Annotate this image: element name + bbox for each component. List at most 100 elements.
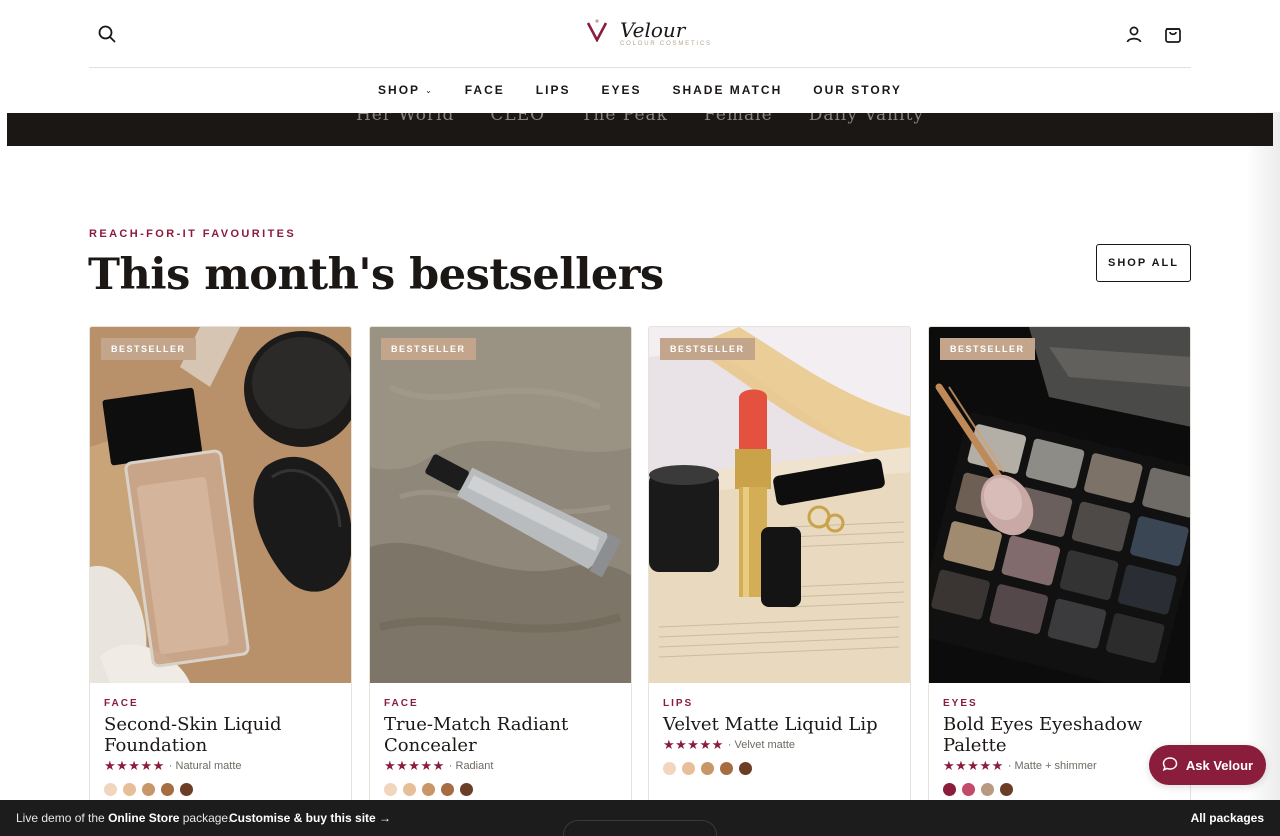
demo-notice: Live demo of the Online Store package.	[16, 811, 231, 825]
shade-swatch[interactable]	[962, 783, 975, 796]
all-packages-link[interactable]: All packages	[1191, 811, 1264, 825]
press-logo: Daily Vanity	[808, 113, 925, 125]
section-eyebrow: REACH-FOR-IT FAVOURITES	[89, 228, 297, 240]
shade-swatch[interactable]	[403, 783, 416, 796]
brand-logo[interactable]: Velour COLOUR COSMETICS	[586, 18, 712, 47]
product-info: LIPS Velvet Matte Liquid Lip ★★★★★ · Vel…	[649, 683, 910, 775]
product-category: EYES	[943, 698, 978, 709]
product-rating: ★★★★★ · Radiant	[384, 758, 619, 774]
product-image: BESTSELLER	[370, 327, 631, 683]
product-rating: ★★★★★ · Matte + shimmer	[943, 758, 1178, 774]
demo-suffix: package.	[179, 811, 232, 825]
shade-swatch[interactable]	[161, 783, 174, 796]
site-header: Velour COLOUR COSMETICS SHOP ⌄ FACE LIPS…	[0, 0, 1280, 112]
shade-swatch[interactable]	[123, 783, 136, 796]
nav-label: SHOP	[378, 83, 421, 97]
header-divider	[89, 67, 1191, 68]
shade-swatch[interactable]	[981, 783, 994, 796]
nav-face[interactable]: FACE	[465, 82, 505, 98]
star-rating-icon: ★★★★★	[384, 758, 445, 773]
shade-swatches	[384, 783, 619, 796]
product-category: FACE	[384, 698, 419, 709]
account-icon[interactable]	[1122, 22, 1146, 46]
product-category: LIPS	[663, 698, 694, 709]
product-image: BESTSELLER	[929, 327, 1190, 683]
bestseller-badge: BESTSELLER	[660, 338, 755, 360]
shade-swatch[interactable]	[663, 762, 676, 775]
product-rating: ★★★★★ · Velvet matte	[663, 737, 898, 753]
product-info: EYES Bold Eyes Eyeshadow Palette ★★★★★ ·…	[929, 683, 1190, 796]
ask-velour-button[interactable]: Ask Velour	[1149, 745, 1266, 785]
shade-swatches	[943, 783, 1178, 796]
product-card[interactable]: BESTSELLER FACE True-Match Radiant Conce…	[369, 326, 632, 806]
brand-name: Velour	[620, 17, 686, 42]
shade-swatches	[663, 762, 898, 775]
nav-lips[interactable]: LIPS	[536, 82, 571, 98]
press-logo: Female	[704, 113, 773, 125]
main-nav: SHOP ⌄ FACE LIPS EYES SHADE MATCH OUR ST…	[0, 82, 1280, 98]
product-info: FACE True-Match Radiant Concealer ★★★★★ …	[370, 683, 631, 796]
product-card[interactable]: BESTSELLER EYES Bold Eyes Eyeshadow Pale…	[928, 326, 1191, 806]
logo-mark-icon	[586, 18, 608, 47]
nav-label: FACE	[464, 83, 505, 97]
product-info: FACE Second-Skin Liquid Foundation ★★★★★…	[90, 683, 351, 796]
nav-label: SHADE MATCH	[672, 83, 783, 97]
shade-swatch[interactable]	[943, 783, 956, 796]
press-logos-bar: Her World CLEO The Peak Female Daily Van…	[7, 113, 1273, 146]
demo-package: Online Store	[108, 811, 180, 825]
demo-prefix: Live demo of the	[16, 811, 109, 825]
shade-swatch[interactable]	[441, 783, 454, 796]
shop-all-button[interactable]: SHOP ALL	[1096, 244, 1191, 282]
ask-label: Ask Velour	[1185, 757, 1254, 773]
nav-shade-match[interactable]: SHADE MATCH	[672, 82, 782, 98]
nav-label: OUR STORY	[813, 83, 902, 97]
product-name[interactable]: Velvet Matte Liquid Lip	[663, 714, 898, 735]
search-icon[interactable]	[95, 22, 119, 46]
star-rating-icon: ★★★★★	[663, 737, 724, 752]
shade-swatch[interactable]	[1000, 783, 1013, 796]
shade-swatch[interactable]	[720, 762, 733, 775]
product-finish: · Matte + shimmer	[1007, 760, 1097, 772]
press-logo: The Peak	[581, 113, 668, 125]
press-logo: Her World	[355, 113, 455, 125]
nav-our-story[interactable]: OUR STORY	[813, 82, 902, 98]
chevron-down-icon: ⌄	[425, 85, 434, 95]
product-image: BESTSELLER	[649, 327, 910, 683]
shade-swatches	[104, 783, 339, 796]
bestseller-badge: BESTSELLER	[940, 338, 1035, 360]
press-logo: CLEO	[490, 113, 546, 125]
nav-eyes[interactable]: EYES	[601, 82, 641, 98]
nav-label: LIPS	[535, 83, 571, 97]
bestseller-badge: BESTSELLER	[101, 338, 196, 360]
product-rating: ★★★★★ · Natural matte	[104, 758, 339, 774]
shade-swatch[interactable]	[104, 783, 117, 796]
product-name[interactable]: True-Match Radiant Concealer	[384, 714, 619, 756]
product-finish: · Radiant	[448, 760, 494, 772]
star-rating-icon: ★★★★★	[104, 758, 165, 773]
nav-shop[interactable]: SHOP ⌄	[378, 82, 434, 98]
cart-icon[interactable]	[1161, 22, 1185, 46]
shade-swatch[interactable]	[142, 783, 155, 796]
shade-swatch[interactable]	[682, 762, 695, 775]
section-title: This month's bestsellers	[88, 250, 664, 300]
product-image: BESTSELLER	[90, 327, 351, 683]
floating-toolbar[interactable]	[563, 820, 717, 836]
demo-bottom-bar: Live demo of the Online Store package. C…	[0, 800, 1280, 836]
product-name[interactable]: Second-Skin Liquid Foundation	[104, 714, 339, 756]
shade-swatch[interactable]	[701, 762, 714, 775]
shade-swatch[interactable]	[739, 762, 752, 775]
shade-swatch[interactable]	[422, 783, 435, 796]
nav-label: EYES	[601, 83, 642, 97]
product-card[interactable]: BESTSELLER FACE Second-Skin Liquid Found…	[89, 326, 352, 806]
product-category: FACE	[104, 698, 139, 709]
shade-swatch[interactable]	[180, 783, 193, 796]
logo-text: Velour COLOUR COSMETICS	[620, 19, 712, 47]
bestseller-badge: BESTSELLER	[381, 338, 476, 360]
chat-bubble-icon	[1162, 756, 1178, 775]
shade-swatch[interactable]	[384, 783, 397, 796]
shade-swatch[interactable]	[460, 783, 473, 796]
brand-tagline: COLOUR COSMETICS	[620, 40, 712, 47]
product-name[interactable]: Bold Eyes Eyeshadow Palette	[943, 714, 1178, 756]
product-card[interactable]: BESTSELLER LIPS Velvet Matte Liquid Lip …	[648, 326, 911, 806]
customise-buy-link[interactable]: Customise & buy this site →	[229, 811, 391, 825]
